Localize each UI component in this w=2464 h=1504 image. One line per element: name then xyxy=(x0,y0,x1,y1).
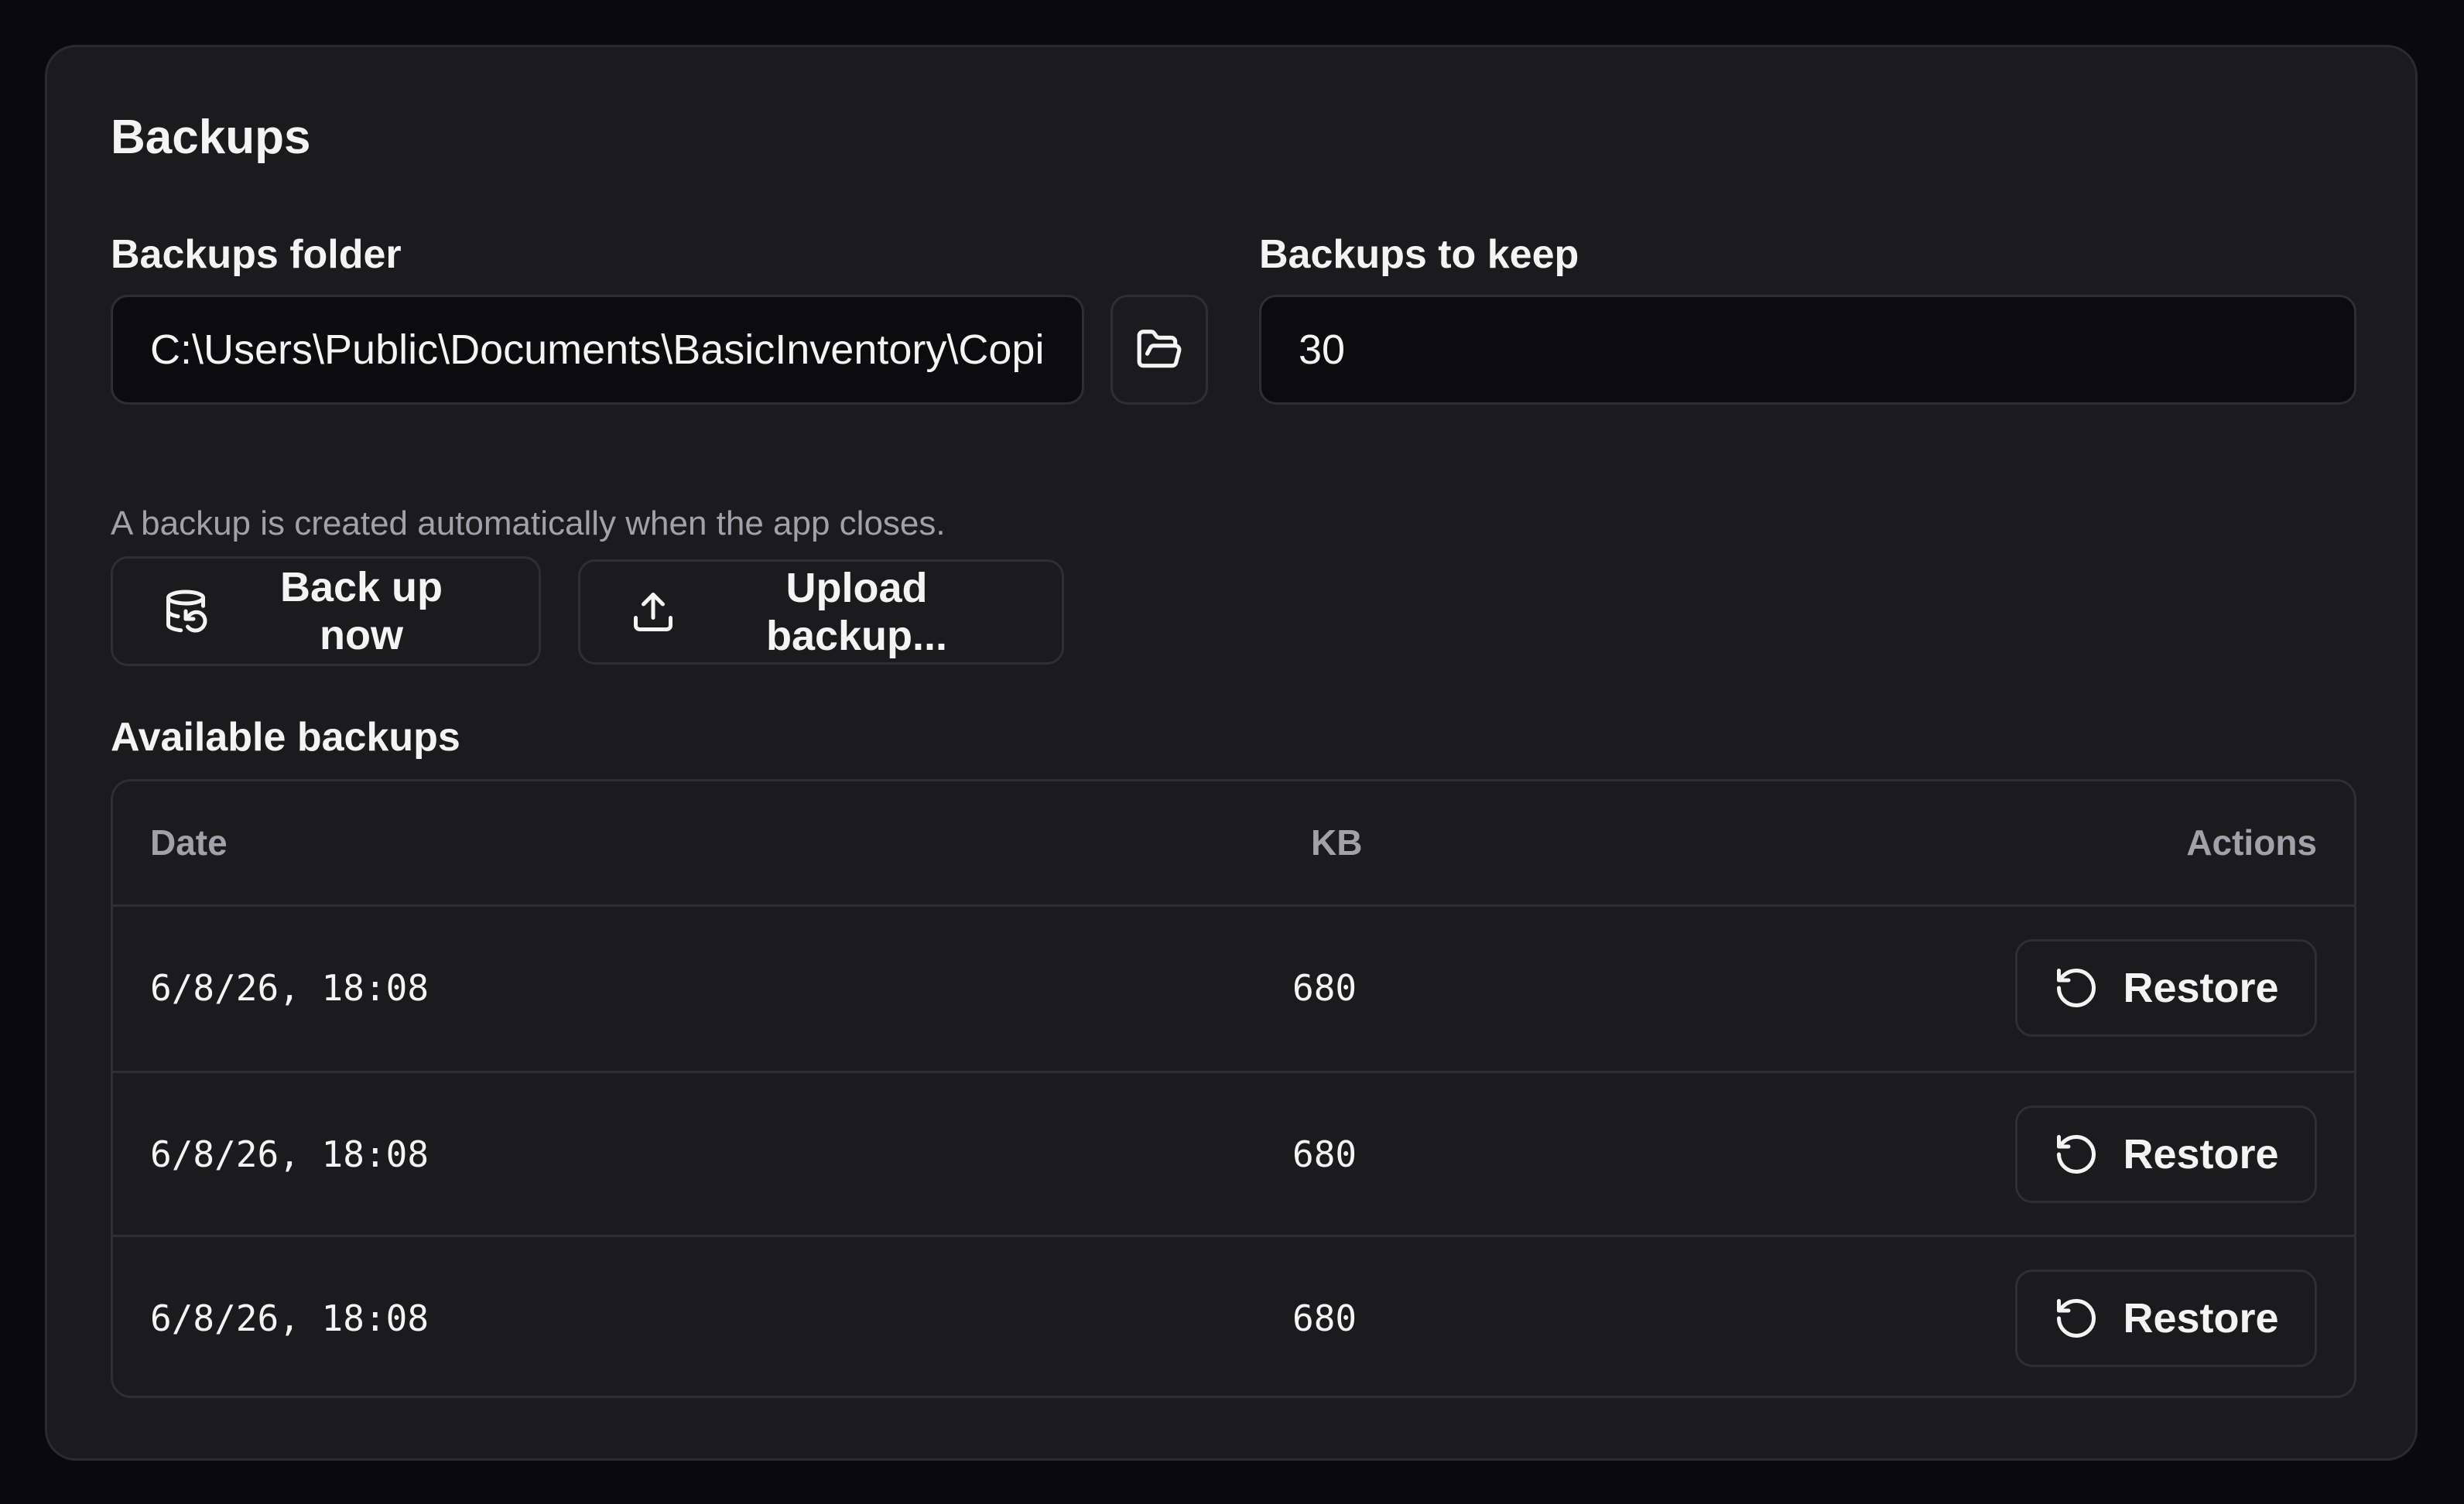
back-up-now-button[interactable]: Back up now xyxy=(111,556,541,666)
column-actions: Actions xyxy=(2186,822,2317,863)
rotate-ccw-icon xyxy=(2057,969,2096,1007)
rotate-ccw-icon xyxy=(2057,1299,2096,1338)
row-kb: 680 xyxy=(1292,1133,1357,1175)
restore-button[interactable]: Restore xyxy=(2015,939,2317,1037)
restore-button[interactable]: Restore xyxy=(2015,1106,2317,1203)
column-kb: KB xyxy=(1311,822,1363,863)
backups-to-keep-label: Backups to keep xyxy=(1259,232,1579,277)
available-backups-title: Available backups xyxy=(111,715,460,760)
row-kb: 680 xyxy=(1292,1297,1357,1339)
backups-card: Backups Backups folder Backups to keep A… xyxy=(45,45,2418,1461)
table-row: 6/8/26, 18:08 680 Restore xyxy=(113,1235,2354,1396)
backups-to-keep-input[interactable] xyxy=(1259,295,2356,405)
table-row: 6/8/26, 18:08 680 Restore xyxy=(113,1071,2354,1235)
row-date: 6/8/26, 18:08 xyxy=(150,967,429,1009)
row-date: 6/8/26, 18:08 xyxy=(150,1133,429,1175)
rotate-ccw-icon xyxy=(2057,1135,2096,1174)
backups-table: Date KB Actions 6/8/26, 18:08 680 Restor… xyxy=(111,779,2356,1398)
upload-backup-button[interactable]: Upload backup... xyxy=(578,559,1064,665)
restore-button[interactable]: Restore xyxy=(2015,1270,2317,1367)
row-kb: 680 xyxy=(1292,967,1357,1009)
table-header: Date KB Actions xyxy=(113,781,2354,907)
restore-label: Restore xyxy=(2123,1295,2279,1342)
row-date: 6/8/26, 18:08 xyxy=(150,1297,429,1339)
database-backup-icon xyxy=(166,590,207,633)
backups-folder-input[interactable] xyxy=(111,295,1084,405)
upload-icon xyxy=(634,593,672,631)
folder-open-icon xyxy=(1137,330,1182,368)
table-row: 6/8/26, 18:08 680 Restore xyxy=(113,907,2354,1071)
back-up-now-label: Back up now xyxy=(279,564,443,658)
restore-label: Restore xyxy=(2123,965,2279,1011)
section-title: Backups xyxy=(111,111,311,164)
column-date: Date xyxy=(150,822,228,863)
auto-backup-hint: A backup is created automatically when t… xyxy=(111,504,946,542)
restore-label: Restore xyxy=(2123,1131,2279,1178)
upload-backup-label: Upload backup... xyxy=(765,565,948,659)
backups-folder-label: Backups folder xyxy=(111,232,402,277)
browse-folder-button[interactable] xyxy=(1111,295,1208,405)
